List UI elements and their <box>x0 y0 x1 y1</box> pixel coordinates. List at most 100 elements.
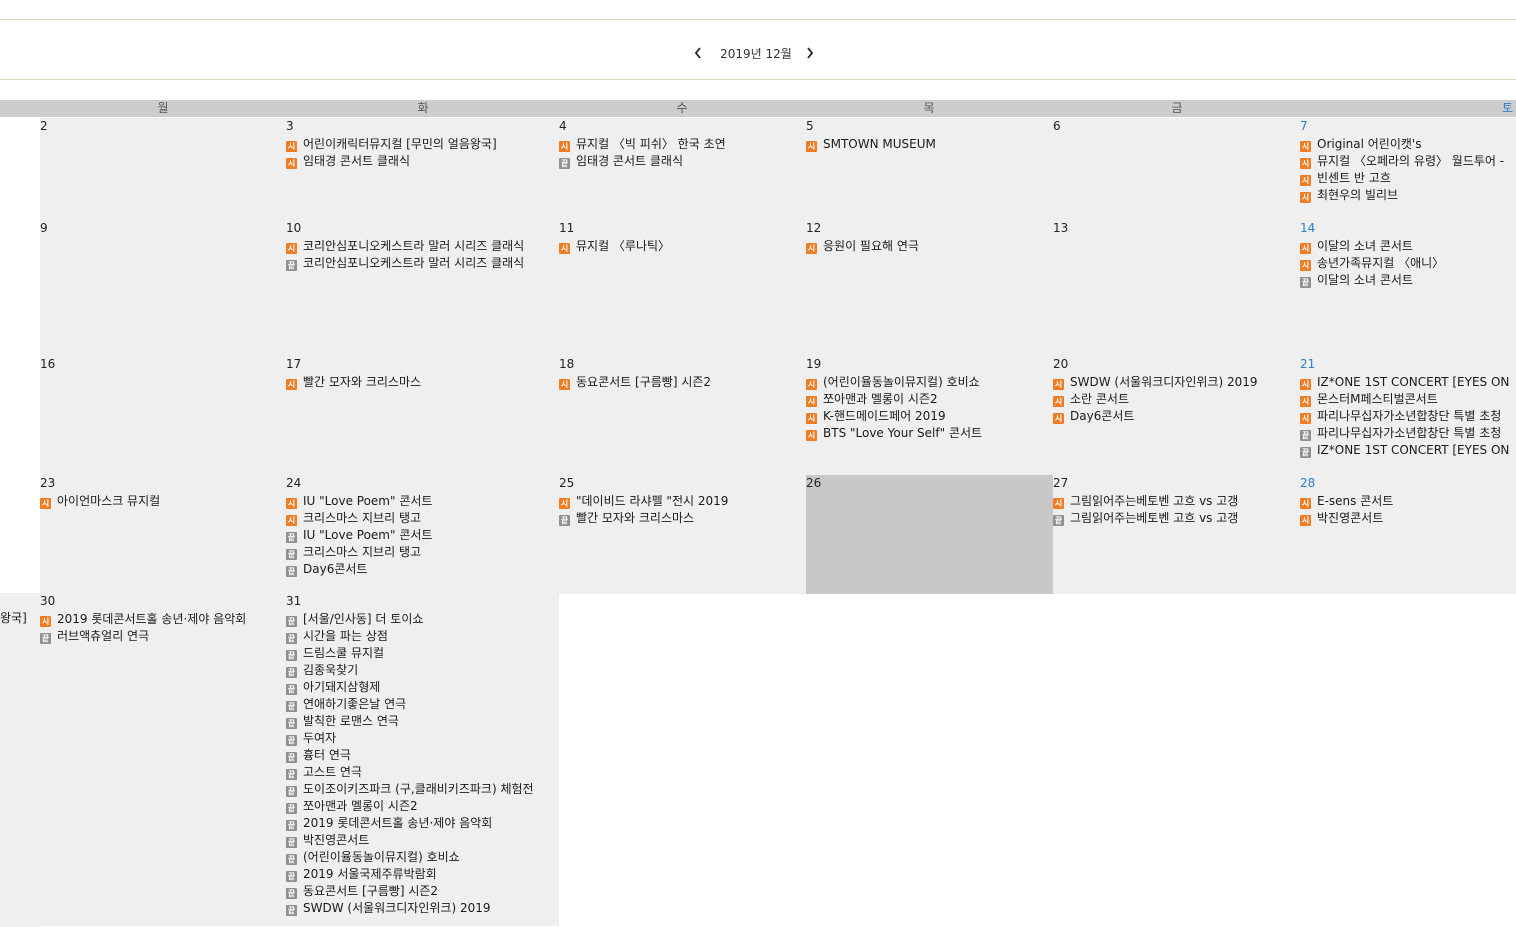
day-number: 28 <box>1300 476 1316 490</box>
event-item[interactable]: 시 그림읽어주는베토벤 고흐 vs 고갱 <box>1053 493 1300 510</box>
event-item[interactable]: 시 코리안심포니오케스트라 말러 시리즈 클래식 <box>286 238 559 255</box>
event-item[interactable]: 시 Day6콘서트 <box>1053 408 1300 425</box>
event-item[interactable]: 끝 도이조이키즈파크 (구,클래비키즈파크) 체험전 <box>286 781 559 798</box>
day-cell[interactable]: 9 <box>40 220 286 356</box>
event-item[interactable]: 시 2019 롯데콘서트홀 송년·제야 음악회 <box>40 611 286 628</box>
event-item[interactable]: 시 아이언마스크 뮤지컬 <box>40 493 286 510</box>
event-item[interactable]: 끝 박진영콘서트 <box>286 832 559 849</box>
event-item[interactable]: 끝 두여자 <box>286 730 559 747</box>
event-item[interactable]: 시 SMTOWN MUSEUM <box>806 136 1053 153</box>
event-item[interactable]: 시 이달의 소녀 콘서트 <box>1300 238 1516 255</box>
event-item[interactable]: 시 SWDW (서울워크디자인위크) 2019 <box>1053 374 1300 391</box>
event-item[interactable]: 끝 동요콘서트 [구름빵] 시즌2 <box>286 883 559 900</box>
event-item[interactable]: 끝 SWDW (서울워크디자인위크) 2019 <box>286 900 559 917</box>
day-cell[interactable]: 16 <box>40 356 286 475</box>
event-item[interactable]: 시 응원이 필요해 연극 <box>806 238 1053 255</box>
event-item[interactable]: 시 IZ*ONE 1ST CONCERT [EYES ON <box>1300 374 1516 391</box>
day-cell[interactable]: 27 시 그림읽어주는베토벤 고흐 vs 고갱 끝 그림읽어주는베토벤 고흐 vs 고갱 <box>1053 475 1300 594</box>
day-cell[interactable]: 28 시 E-sens 콘서트 시 박진영콘서트 <box>1300 475 1516 594</box>
event-item[interactable]: 시 어린이캐릭터뮤지컬 [무민의 얼음왕국] <box>286 136 559 153</box>
day-cell[interactable]: 25 시 "데이비드 라샤펠 "전시 2019 끝 빨간 모자와 크리스마스 <box>559 475 806 594</box>
day-cell[interactable]: 4 시 뮤지컬 〈빅 피쉬〉 한국 초연 끝 임태경 콘서트 클래식 <box>559 118 806 220</box>
event-list: 시 뮤지컬 〈루나틱〉 <box>559 238 806 255</box>
event-item[interactable]: 끝 드림스쿨 뮤지컬 <box>286 645 559 662</box>
event-item[interactable]: 시 임태경 콘서트 클래식 <box>286 153 559 170</box>
event-item[interactable]: 시 IU "Love Poem" 콘서트 <box>286 493 559 510</box>
event-item[interactable]: 시 동요콘서트 [구름빵] 시즌2 <box>559 374 806 391</box>
event-item[interactable]: 끝 쪼아맨과 멜롱이 시즌2 <box>286 798 559 815</box>
event-title: 고스트 연극 <box>303 765 363 779</box>
day-cell[interactable]: 26 <box>806 475 1053 594</box>
event-item[interactable]: 시 K-핸드메이드페어 2019 <box>806 408 1053 425</box>
event-item[interactable]: 시 BTS "Love Your Self" 콘서트 <box>806 425 1053 442</box>
event-item[interactable]: 시 뮤지컬 〈루나틱〉 <box>559 238 806 255</box>
event-item[interactable]: 끝 IZ*ONE 1ST CONCERT [EYES ON <box>1300 442 1516 459</box>
event-item[interactable]: 시 빨간 모자와 크리스마스 <box>286 374 559 391</box>
event-item[interactable]: 시 Original 어린이캣's <box>1300 136 1516 153</box>
day-cell[interactable]: 30 시 2019 롯데콘서트홀 송년·제야 음악회 끝 러브액츄얼리 연극 <box>40 593 286 926</box>
event-item[interactable]: 시 "데이비드 라샤펠 "전시 2019 <box>559 493 806 510</box>
day-cell[interactable]: 12 시 응원이 필요해 연극 <box>806 220 1053 356</box>
event-item[interactable]: 끝 아기돼지삼형제 <box>286 679 559 696</box>
event-item[interactable]: 시 박진영콘서트 <box>1300 510 1516 527</box>
event-item[interactable]: 끝 김종욱찾기 <box>286 662 559 679</box>
event-item[interactable]: 끝 파리나무십자가소년합창단 특별 초청 <box>1300 425 1516 442</box>
event-item[interactable]: 끝 발칙한 로맨스 연극 <box>286 713 559 730</box>
event-item[interactable]: 끝 2019 서울국제주류박람회 <box>286 866 559 883</box>
event-item[interactable]: 끝 연애하기좋은날 연극 <box>286 696 559 713</box>
day-cell[interactable]: 6 <box>1053 118 1300 220</box>
event-title: K-핸드메이드페어 2019 <box>823 409 946 423</box>
event-item[interactable]: 끝 2019 롯데콘서트홀 송년·제야 음악회 <box>286 815 559 832</box>
event-item[interactable]: 끝 (어린이율동놀이뮤지컬) 호비쇼 <box>286 849 559 866</box>
event-title: 빈센트 반 고흐 <box>1317 171 1391 185</box>
day-cell[interactable]: 19 시 (어린이율동놀이뮤지컬) 호비쇼 시 쪼아맨과 멜롱이 시즌2 시 K-핸드메이드… <box>806 356 1053 475</box>
day-cell[interactable]: 10 시 코리안심포니오케스트라 말러 시리즈 클래식 끝 코리안심포니오케스트라 말러… <box>286 220 559 356</box>
event-item[interactable]: 끝 [서울/인사동] 더 토이쇼 <box>286 611 559 628</box>
start-badge-icon: 시 <box>806 413 817 424</box>
day-cell[interactable]: 20 시 SWDW (서울워크디자인위크) 2019 시 소란 콘서트 시 Day6콘서트 <box>1053 356 1300 475</box>
day-cell[interactable]: 13 <box>1053 220 1300 356</box>
event-item[interactable]: 시 쪼아맨과 멜롱이 시즌2 <box>806 391 1053 408</box>
event-overflow[interactable]: 왕국] <box>0 610 27 627</box>
day-cell[interactable]: 18 시 동요콘서트 [구름빵] 시즌2 <box>559 356 806 475</box>
event-item[interactable]: 시 몬스터M페스티벌콘서트 <box>1300 391 1516 408</box>
day-cell[interactable]: 21 시 IZ*ONE 1ST CONCERT [EYES ON 시 몬스터M페스티벌콘… <box>1300 356 1516 475</box>
day-cell[interactable]: 24 시 IU "Love Poem" 콘서트 시 크리스마스 지브리 탱고 끝 IU "L… <box>286 475 559 594</box>
event-item[interactable]: 끝 그림읽어주는베토벤 고흐 vs 고갱 <box>1053 510 1300 527</box>
day-cell[interactable]: 23 시 아이언마스크 뮤지컬 <box>40 475 286 594</box>
event-item[interactable]: 시 최현우의 빌리브 <box>1300 187 1516 204</box>
event-item[interactable]: 끝 빨간 모자와 크리스마스 <box>559 510 806 527</box>
day-cell[interactable]: 5 시 SMTOWN MUSEUM <box>806 118 1053 220</box>
day-cell[interactable]: 2 <box>40 118 286 220</box>
event-item[interactable]: 시 크리스마스 지브리 탱고 <box>286 510 559 527</box>
event-item[interactable]: 시 송년가족뮤지컬 〈애니〉 <box>1300 255 1516 272</box>
event-title: 2019 롯데콘서트홀 송년·제야 음악회 <box>57 612 247 626</box>
day-cell[interactable]: 11 시 뮤지컬 〈루나틱〉 <box>559 220 806 356</box>
event-title: 코리안심포니오케스트라 말러 시리즈 클래식 <box>303 256 525 270</box>
event-item[interactable]: 시 E-sens 콘서트 <box>1300 493 1516 510</box>
event-item[interactable]: 끝 고스트 연극 <box>286 764 559 781</box>
day-cell[interactable]: 3 시 어린이캐릭터뮤지컬 [무민의 얼음왕국] 시 임태경 콘서트 클래식 <box>286 118 559 220</box>
day-cell[interactable]: 17 시 빨간 모자와 크리스마스 <box>286 356 559 475</box>
day-cell[interactable]: 14 시 이달의 소녀 콘서트 시 송년가족뮤지컬 〈애니〉 끝 이달의 소녀 콘서트 <box>1300 220 1516 356</box>
event-item[interactable]: 끝 흉터 연극 <box>286 747 559 764</box>
event-item[interactable]: 시 뮤지컬 〈빅 피쉬〉 한국 초연 <box>559 136 806 153</box>
next-month-button[interactable] <box>800 42 820 64</box>
event-item[interactable]: 끝 시간을 파는 상점 <box>286 628 559 645</box>
event-item[interactable]: 끝 임태경 콘서트 클래식 <box>559 153 806 170</box>
event-item[interactable]: 시 뮤지컬 〈오페라의 유령〉 월드투어 - <box>1300 153 1516 170</box>
day-cell[interactable]: 31 끝 [서울/인사동] 더 토이쇼 끝 시간을 파는 상점 끝 드림스쿨 뮤지컬 끝 김종욱… <box>286 593 559 926</box>
event-item[interactable]: 끝 코리안심포니오케스트라 말러 시리즈 클래식 <box>286 255 559 272</box>
event-item[interactable]: 시 파리나무십자가소년합창단 특별 초청 <box>1300 408 1516 425</box>
event-item[interactable]: 끝 러브액츄얼리 연극 <box>40 628 286 645</box>
event-item[interactable]: 시 빈센트 반 고흐 <box>1300 170 1516 187</box>
event-item[interactable]: 끝 Day6콘서트 <box>286 561 559 578</box>
day-number: 25 <box>559 476 575 490</box>
event-item[interactable]: 시 소란 콘서트 <box>1053 391 1300 408</box>
event-title: 아기돼지삼형제 <box>303 680 381 694</box>
event-item[interactable]: 시 (어린이율동놀이뮤지컬) 호비쇼 <box>806 374 1053 391</box>
event-item[interactable]: 끝 IU "Love Poem" 콘서트 <box>286 527 559 544</box>
event-item[interactable]: 끝 크리스마스 지브리 탱고 <box>286 544 559 561</box>
day-cell[interactable]: 7 시 Original 어린이캣's 시 뮤지컬 〈오페라의 유령〉 월드투어 -시빈… <box>1300 118 1516 220</box>
event-item[interactable]: 끝 이달의 소녀 콘서트 <box>1300 272 1516 289</box>
